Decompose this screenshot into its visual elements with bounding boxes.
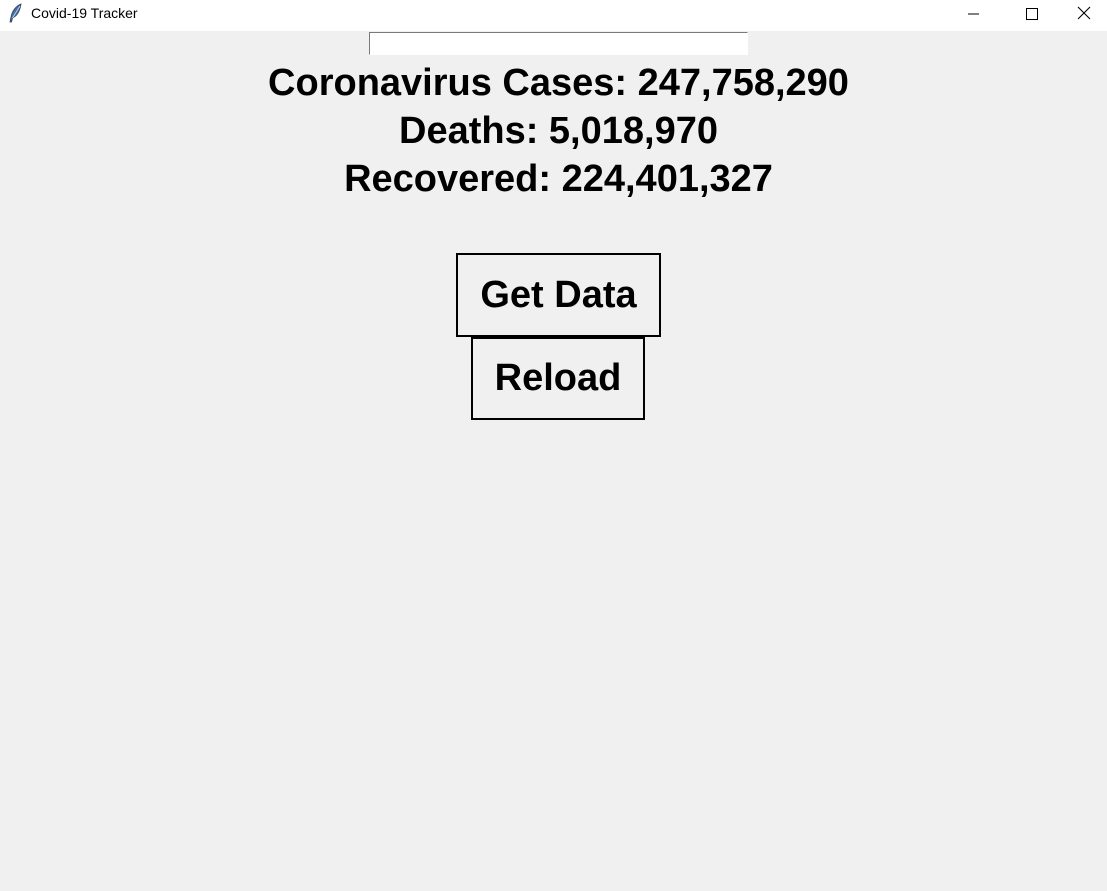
- country-input[interactable]: [369, 32, 748, 55]
- cases-label: Coronavirus Cases: 247,758,290: [268, 62, 849, 104]
- window-title: Covid-19 Tracker: [31, 5, 138, 21]
- maximize-icon: [1026, 7, 1038, 25]
- app-window: Covid-19 Tracker Coronavirus Cases: 247,…: [0, 0, 1107, 891]
- minimize-icon: [968, 7, 980, 25]
- minimize-button[interactable]: [945, 0, 1003, 31]
- recovered-label: Recovered: 224,401,327: [344, 158, 773, 200]
- feather-icon: [8, 3, 24, 23]
- close-icon: [1077, 6, 1091, 25]
- title-bar[interactable]: Covid-19 Tracker: [0, 0, 1107, 31]
- reload-button[interactable]: Reload: [471, 337, 645, 420]
- get-data-button[interactable]: Get Data: [456, 253, 661, 337]
- deaths-label: Deaths: 5,018,970: [399, 110, 718, 152]
- close-button[interactable]: [1061, 0, 1107, 31]
- maximize-button[interactable]: [1003, 0, 1061, 31]
